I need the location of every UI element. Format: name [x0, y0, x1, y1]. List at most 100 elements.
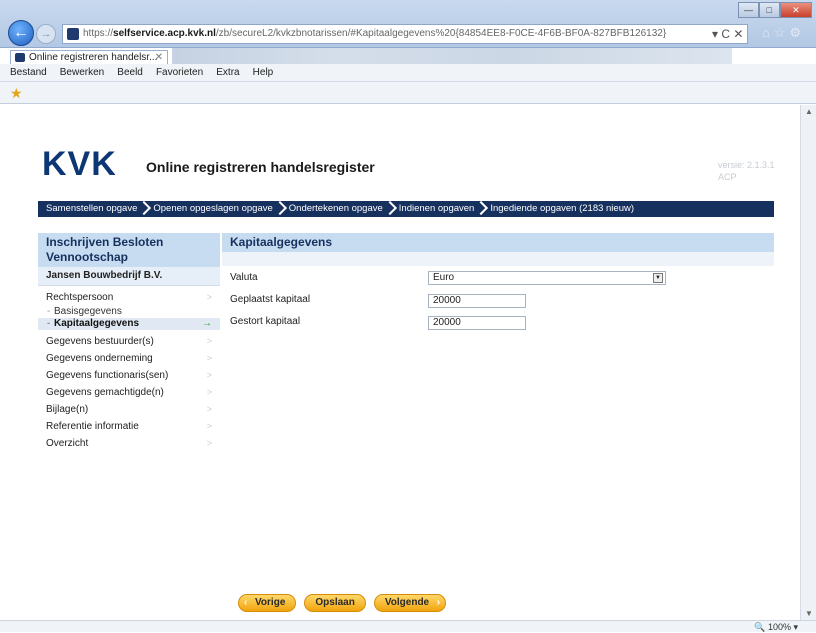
- back-button[interactable]: ←: [8, 20, 34, 46]
- step-indienen[interactable]: Indienen opgaven: [391, 201, 483, 217]
- valuta-label: Valuta: [230, 272, 258, 283]
- valuta-selected-value: Euro: [433, 272, 455, 283]
- page-viewport: KVK Online registreren handelsregister v…: [0, 105, 816, 620]
- sidebar-item-label: Referentie informatie: [46, 421, 139, 432]
- sidebar-item-label: Gegevens onderneming: [46, 353, 153, 364]
- url-host: selfservice.acp.kvk.nl: [113, 28, 216, 39]
- tree-line-icon: -: [47, 306, 51, 317]
- kvk-logo: KVK: [42, 145, 117, 183]
- chevron-left-icon: ‹: [244, 597, 248, 608]
- sidebar-item-label: Overzicht: [46, 438, 89, 449]
- section-band: [222, 252, 774, 266]
- sidebar-item-gemachtigden[interactable]: Gegevens gemachtigde(n) >: [38, 384, 220, 401]
- tab-close-icon[interactable]: ✕: [155, 51, 163, 64]
- home-star-gear-icons[interactable]: ⌂☆⚙: [762, 22, 812, 44]
- chevron-right-icon: >: [206, 438, 212, 448]
- sidebar-item-rechtspersoon[interactable]: Rechtspersoon >: [38, 289, 220, 306]
- geplaatst-kapitaal-input[interactable]: 20000: [428, 294, 526, 308]
- address-refresh-stop[interactable]: ▾ C ✕: [712, 24, 756, 44]
- chevron-right-icon: >: [206, 421, 212, 431]
- tree-line-icon: -: [47, 318, 51, 329]
- sidebar-subitem-kapitaalgegevens[interactable]: - Kapitaalgegevens →: [38, 318, 220, 330]
- chevron-right-icon: >: [206, 404, 212, 414]
- sidebar-item-referentie[interactable]: Referentie informatie >: [38, 418, 220, 435]
- sidebar-item-label: Gegevens functionaris(sen): [46, 370, 169, 381]
- zoom-level[interactable]: 🔍 100% ▾: [754, 621, 798, 633]
- dropdown-arrow-icon[interactable]: ▼: [653, 273, 663, 283]
- site-favicon: [67, 28, 79, 40]
- window-controls: — □ ✕: [738, 2, 812, 18]
- section-heading: Kapitaalgegevens: [222, 233, 774, 252]
- address-bar[interactable]: https://selfservice.acp.kvk.nl/zb/secure…: [62, 24, 748, 44]
- gestort-kapitaal-input[interactable]: 20000: [428, 316, 526, 330]
- company-name: Jansen Bouwbedrijf B.V.: [38, 267, 220, 286]
- sidebar-item-label: Kapitaalgegevens: [54, 318, 140, 329]
- menu-bestand[interactable]: Bestand: [10, 64, 47, 82]
- browser-tab-active[interactable]: Online registreren handelsr... ✕: [10, 50, 168, 64]
- previous-button[interactable]: ‹ Vorige: [238, 594, 297, 612]
- step-ondertekenen[interactable]: Ondertekenen opgave: [281, 201, 391, 217]
- chevron-right-icon: ›: [436, 597, 441, 608]
- menu-beeld[interactable]: Beeld: [117, 64, 143, 82]
- vertical-scrollbar[interactable]: ▲ ▼: [800, 105, 816, 620]
- favorites-bar: ★: [0, 82, 816, 104]
- other-browser-tabs[interactable]: [172, 48, 732, 64]
- chevron-right-icon: >: [206, 353, 212, 363]
- menu-favorieten[interactable]: Favorieten: [156, 64, 203, 82]
- tab-title: Online registreren handelsr...: [29, 52, 158, 63]
- next-button[interactable]: Volgende ›: [373, 594, 447, 612]
- sidebar-item-label: Rechtspersoon: [46, 292, 114, 303]
- sidebar-item-label: Basisgegevens: [54, 306, 122, 317]
- menu-bar: Bestand Bewerken Beeld Favorieten Extra …: [0, 64, 816, 82]
- save-button[interactable]: Opslaan: [304, 594, 366, 612]
- close-window-button[interactable]: ✕: [779, 2, 812, 18]
- chevron-right-icon: >: [206, 336, 212, 346]
- browser-window: — □ ✕ ← → https://selfservice.acp.kvk.nl…: [0, 0, 816, 632]
- sidebar-item-label: Gegevens bestuurder(s): [46, 336, 154, 347]
- geplaatst-kapitaal-label: Geplaatst kapitaal: [230, 294, 311, 305]
- save-label: Opslaan: [315, 597, 355, 608]
- chevron-right-icon: >: [206, 387, 212, 397]
- sidebar-item-bestuurders[interactable]: Gegevens bestuurder(s) >: [38, 333, 220, 350]
- favorites-star-icon[interactable]: ★: [10, 85, 26, 101]
- forward-button[interactable]: →: [36, 24, 56, 44]
- sidebar-item-bijlagen[interactable]: Bijlage(n) >: [38, 401, 220, 418]
- step-ingediende[interactable]: Ingediende opgaven (2183 nieuw): [482, 201, 642, 217]
- environment-label: ACP: [718, 172, 737, 182]
- status-bar: 🔍 100% ▾: [0, 620, 816, 632]
- menu-help[interactable]: Help: [253, 64, 274, 82]
- sidebar-heading-line2: Vennootschap: [46, 250, 129, 264]
- sidebar: Inschrijven Besloten Vennootschap Jansen…: [38, 233, 220, 573]
- sidebar-item-functionarissen[interactable]: Gegevens functionaris(sen) >: [38, 367, 220, 384]
- main-content: Kapitaalgegevens Valuta Euro ▼ Geplaatst…: [222, 233, 774, 393]
- sidebar-item-overzicht[interactable]: Overzicht >: [38, 435, 220, 452]
- maximize-button[interactable]: □: [758, 2, 780, 18]
- version-number: versie: 2.1.3.1: [718, 160, 775, 170]
- browser-titlebar: — □ ✕ ← → https://selfservice.acp.kvk.nl…: [0, 0, 816, 48]
- tab-favicon: [15, 53, 25, 62]
- menu-extra[interactable]: Extra: [216, 64, 239, 82]
- scroll-down-icon[interactable]: ▼: [805, 609, 813, 618]
- url-prefix: https://: [83, 28, 114, 39]
- process-steps-nav: Samenstellen opgave Openen opgeslagen op…: [38, 201, 774, 217]
- sidebar-heading: Inschrijven Besloten Vennootschap: [38, 233, 220, 267]
- minimize-button[interactable]: —: [738, 2, 759, 18]
- chevron-right-icon: >: [206, 292, 212, 302]
- arrow-right-icon: →: [202, 318, 212, 329]
- menu-bewerken[interactable]: Bewerken: [60, 64, 104, 82]
- url-path: /zb/secureL2/kvkzbnotarissen/#Kapitaalge…: [215, 28, 667, 39]
- sidebar-subitem-basisgegevens[interactable]: - Basisgegevens: [38, 306, 220, 318]
- previous-label: Vorige: [255, 597, 286, 608]
- sidebar-item-onderneming[interactable]: Gegevens onderneming >: [38, 350, 220, 367]
- sidebar-heading-line1: Inschrijven Besloten: [46, 235, 164, 249]
- next-label: Volgende: [384, 597, 430, 608]
- action-buttons: ‹ Vorige Opslaan Volgende ›: [238, 594, 447, 614]
- zoom-value: 100%: [767, 622, 791, 632]
- valuta-select[interactable]: Euro ▼: [428, 271, 666, 285]
- step-openen[interactable]: Openen opgeslagen opgave: [145, 201, 280, 217]
- version-info: versie: 2.1.3.1 ACP: [718, 159, 775, 183]
- scroll-up-icon[interactable]: ▲: [805, 107, 813, 116]
- page-title: Online registreren handelsregister: [146, 159, 375, 175]
- step-samenstellen[interactable]: Samenstellen opgave: [38, 201, 145, 217]
- chevron-right-icon: >: [206, 370, 212, 380]
